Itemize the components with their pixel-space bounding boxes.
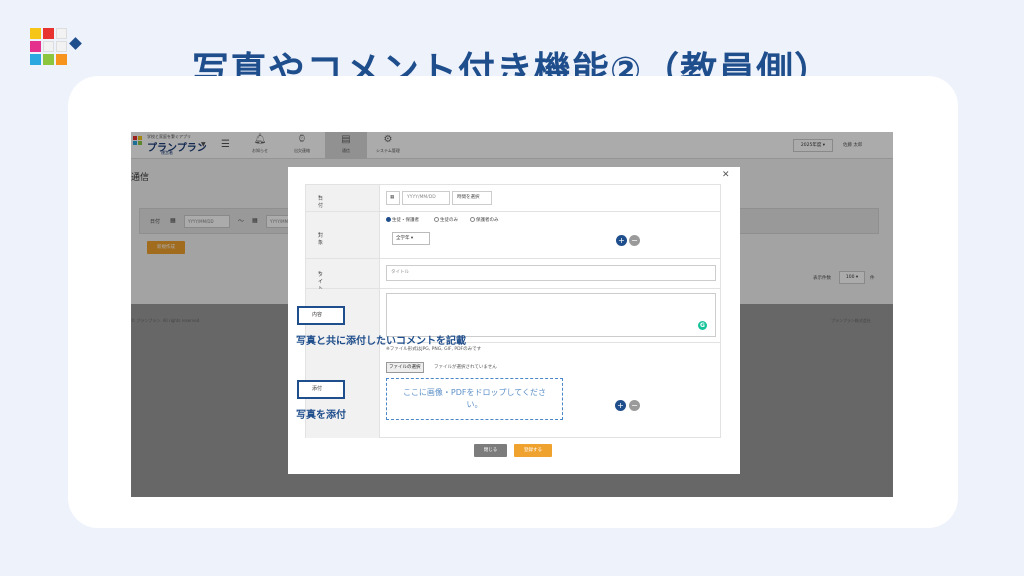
- close-icon[interactable]: ✕: [722, 170, 730, 180]
- remove-target-button[interactable]: −: [629, 235, 640, 246]
- logo-square: [43, 28, 54, 39]
- add-attachment-button[interactable]: +: [615, 400, 626, 411]
- title-row: タイトル * タイトル: [306, 259, 720, 299]
- save-button[interactable]: 登録する: [514, 444, 552, 457]
- radio-button[interactable]: [386, 217, 391, 222]
- target-option-students[interactable]: 生徒のみ: [434, 217, 458, 223]
- time-select-button[interactable]: 時間を選択: [452, 191, 492, 205]
- grade-value: 全学年: [396, 236, 410, 241]
- file-select-button[interactable]: ファイルの選択: [386, 362, 424, 373]
- create-bulletin-modal: ✕ 日付 * ▦ YYYY/MM/DD 時間を選択 対象 * 生徒・保護者 生徒…: [288, 167, 740, 474]
- add-target-button[interactable]: +: [616, 235, 627, 246]
- radio-button[interactable]: [434, 217, 439, 222]
- target-option-guardians[interactable]: 保護者のみ: [470, 217, 499, 223]
- date-input[interactable]: YYYY/MM/DD: [402, 191, 450, 205]
- attachment-caption: 写真を添付: [296, 410, 346, 421]
- title-input[interactable]: タイトル: [386, 265, 716, 281]
- attachment-label-highlight: 添付: [297, 380, 345, 399]
- logo-square: [30, 28, 41, 39]
- logo-square: [56, 28, 67, 39]
- attachment-row: ※ファイル形式はJPG, PNG, GIF, PDFのみです ファイルの選択 フ…: [306, 343, 720, 438]
- target-option-both[interactable]: 生徒・保護者: [386, 217, 419, 223]
- calendar-icon[interactable]: ▦: [386, 191, 400, 205]
- remove-attachment-button[interactable]: −: [629, 400, 640, 411]
- content-label-highlight: 内容: [297, 306, 345, 325]
- radio-button[interactable]: [470, 217, 475, 222]
- target-row: 対象 * 生徒・保護者 生徒のみ 保護者のみ 全学年 ▾ + −: [306, 212, 720, 259]
- content-caption: 写真と共に添付したいコメントを記載: [296, 336, 466, 347]
- file-status: ファイルが選択されていません: [434, 365, 497, 370]
- bulletin-form: 日付 * ▦ YYYY/MM/DD 時間を選択 対象 * 生徒・保護者 生徒のみ…: [305, 184, 721, 438]
- grammarly-icon[interactable]: G: [698, 321, 707, 330]
- date-row: 日付 * ▦ YYYY/MM/DD 時間を選択: [306, 185, 720, 212]
- file-dropzone[interactable]: ここに画像・PDFをドロップしてください。: [386, 378, 563, 420]
- grade-select[interactable]: 全学年 ▾: [392, 232, 430, 245]
- close-button[interactable]: 閉じる: [474, 444, 507, 457]
- content-textarea[interactable]: G: [386, 293, 716, 337]
